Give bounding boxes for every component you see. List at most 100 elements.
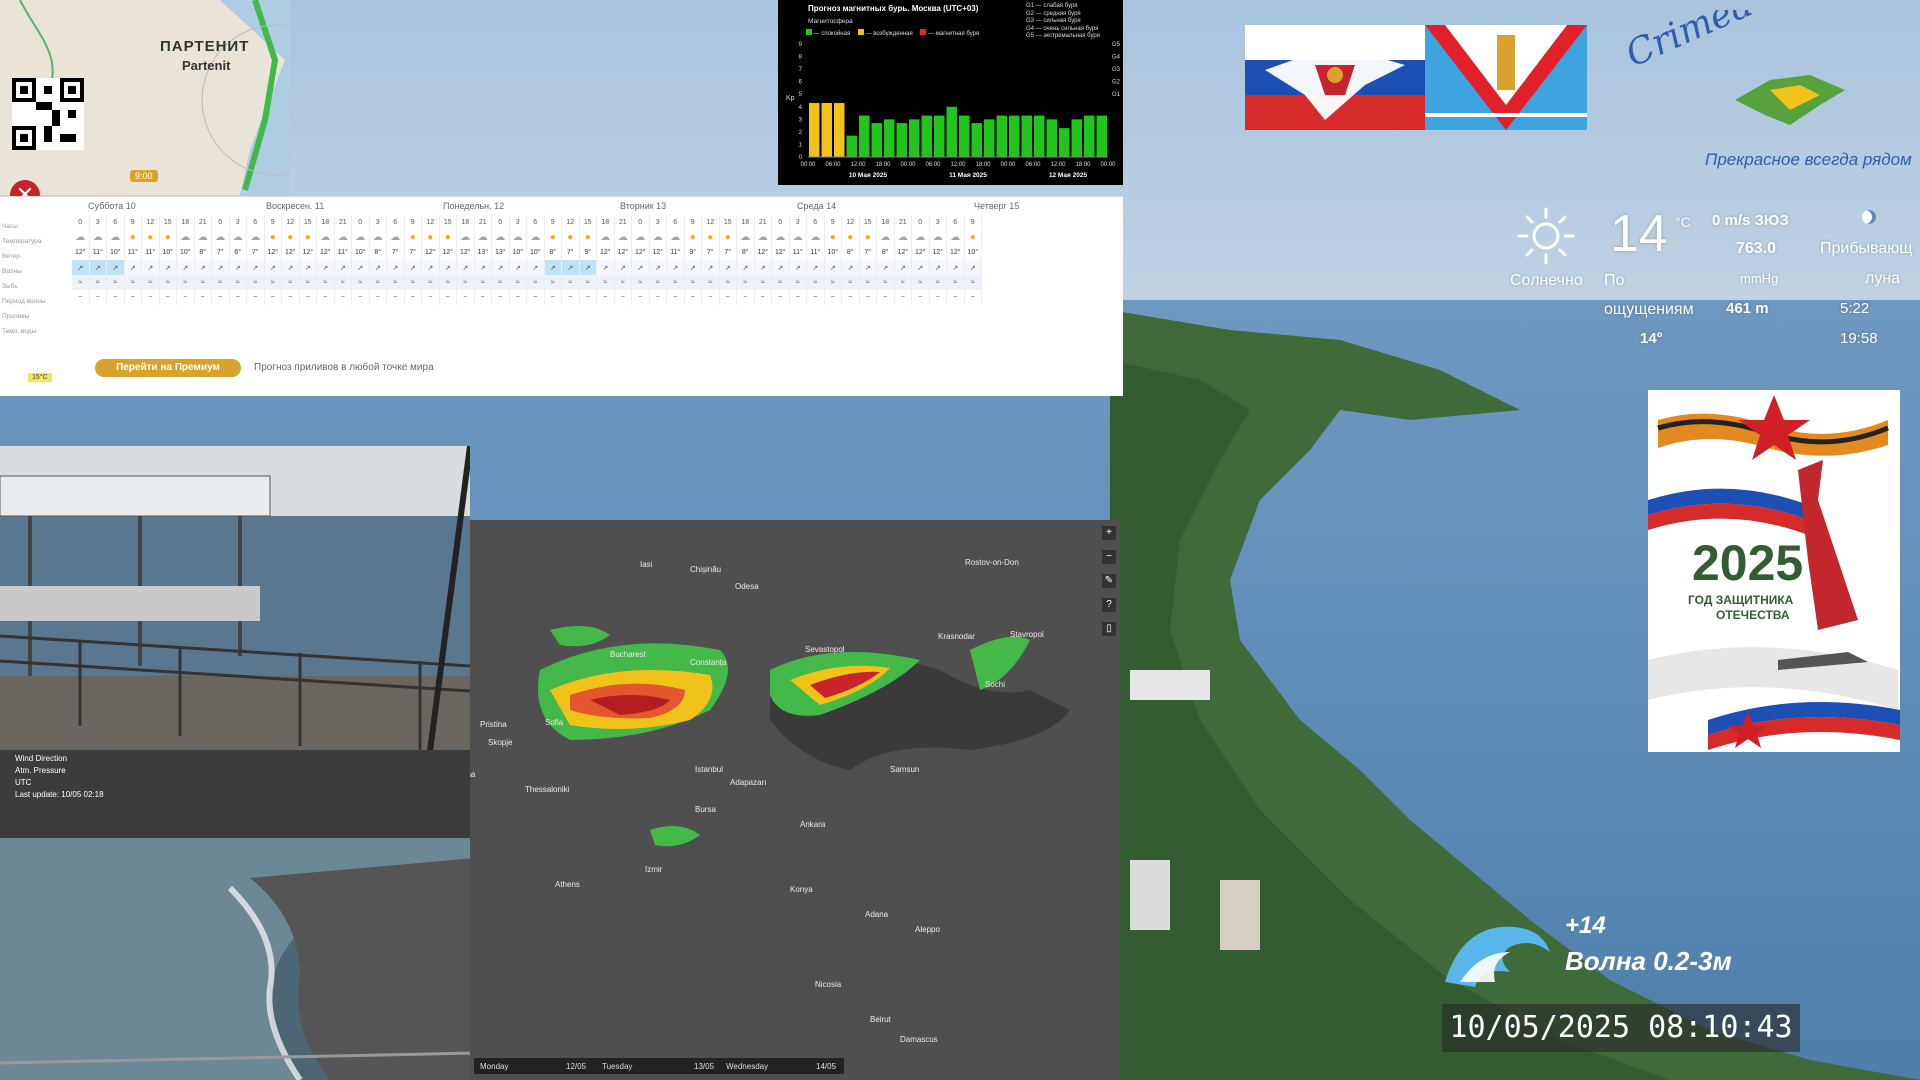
sun-icon: ●: [439, 230, 457, 245]
cloud-icon: ☁: [789, 230, 807, 245]
radar-timeline[interactable]: Monday 12/05 Tuesday 13/05 Wednesday 14/…: [474, 1058, 844, 1074]
legend-item: Wind Direction: [15, 754, 68, 763]
swell-cell: ~: [334, 290, 352, 305]
swell-cell: ~: [176, 290, 195, 305]
y-tick-label: 0: [799, 155, 803, 161]
hour-cell: 0: [631, 215, 650, 230]
hour-cell: 3: [509, 215, 527, 230]
hour-cell: 6: [386, 215, 405, 230]
wave-cell: ≈: [946, 275, 965, 290]
hour-cell: 15: [299, 215, 317, 230]
qr-code: [12, 78, 84, 150]
forecast-grid: 0 3 6 9 12 15 18 21 0 3 6 9 12 15 18 21 0 3 6 9 12 15 18 21 0 3 6 9…: [72, 215, 982, 305]
swell-cell: ~: [299, 290, 317, 305]
wave-cell: ≈: [824, 275, 842, 290]
water-temp-badge: 15°C: [28, 373, 52, 382]
temperature-cell: 12°: [649, 245, 667, 260]
weather-forecast-table[interactable]: Суббота 10 Воскресен. 11 Понедельн. 12 В…: [0, 196, 1123, 396]
help-icon[interactable]: ?: [1102, 598, 1116, 612]
premium-button[interactable]: Перейти на Премиум: [95, 359, 241, 377]
pressure-value: 763.0: [1736, 240, 1777, 257]
swell-cell: ~: [159, 290, 177, 305]
city-label: Konya: [790, 885, 813, 894]
swell-cell: ~: [929, 290, 947, 305]
row-label: Ветер: [2, 253, 20, 260]
settings-icon[interactable]: ✎: [1102, 574, 1116, 588]
swell-cell: ~: [771, 290, 790, 305]
hour-cell: 0: [211, 215, 230, 230]
webcam-pier[interactable]: [0, 446, 470, 751]
map-legend: Wind Direction Atm. Pressure UTC Last up…: [15, 753, 104, 801]
temperature-cell: 12°: [894, 245, 912, 260]
sun-icon: ●: [701, 230, 720, 245]
tides-forecast-link[interactable]: Прогноз приливов в любой точке мира: [254, 362, 434, 373]
wave-cell: ≈: [509, 275, 527, 290]
wave-cell: ≈: [351, 275, 370, 290]
crimea-wonderland-logo: CrimeaWonderland Прекрасное всегда рядом: [1600, 10, 1920, 175]
wind-cell: ↗: [876, 260, 895, 275]
g-axis-label: G2: [1112, 80, 1121, 86]
wind-cell: ↗: [89, 260, 107, 275]
wave-cell: ≈: [544, 275, 562, 290]
temperature-cell: 7°: [211, 245, 230, 260]
city-label: Sofia: [545, 718, 564, 727]
y-tick-label: 9: [799, 42, 803, 48]
hour-cell: 0: [72, 215, 90, 230]
city-label: Beirut: [870, 1015, 891, 1024]
kp-bar: [1059, 128, 1070, 157]
wind-cell: ↗: [824, 260, 842, 275]
sun-icon: ●: [964, 230, 982, 245]
zoom-in-button[interactable]: +: [1102, 526, 1116, 540]
swell-cell: ~: [246, 290, 265, 305]
location-map[interactable]: ПАРТЕНИТ Partenit 9:00: [0, 0, 290, 195]
kp-bar: [884, 119, 895, 157]
y-tick-label: 7: [799, 67, 803, 73]
sun-icon: ●: [579, 230, 597, 245]
cloud-icon: ☁: [72, 230, 90, 245]
city-label: Aleppo: [915, 925, 940, 934]
wave-cell: ≈: [246, 275, 265, 290]
city-label: Sochi: [985, 680, 1006, 689]
timeline-label: Monday: [480, 1062, 509, 1071]
wave-cell: ≈: [754, 275, 772, 290]
webcam-beach[interactable]: [0, 838, 475, 1080]
wind-cell: ↗: [194, 260, 212, 275]
cloud-icon: ☁: [491, 230, 510, 245]
hour-cell: 12: [561, 215, 580, 230]
kp-bar: [996, 115, 1007, 157]
wave-cell: ≈: [72, 275, 90, 290]
wave-cell: ≈: [89, 275, 107, 290]
cloud-icon: ☁: [474, 230, 492, 245]
g-axis-label: G1: [1112, 92, 1121, 98]
wind-cell: ↗: [351, 260, 370, 275]
moon-icon: [1862, 210, 1876, 224]
wind-cell: ↗: [736, 260, 755, 275]
precipitation-radar-map[interactable]: Iasi Chișinău Odesa Rostov-on-Don Krasnodar S…: [470, 520, 1120, 1080]
wave-cell: ≈: [736, 275, 755, 290]
kp-bar: [834, 103, 845, 157]
wind-cell: ↗: [316, 260, 335, 275]
wave-cell: ≈: [439, 275, 457, 290]
cloud-icon: ☁: [316, 230, 335, 245]
cloud-icon: ☁: [176, 230, 195, 245]
sun-icon: ●: [684, 230, 702, 245]
cloud-icon: ☁: [894, 230, 912, 245]
waves-row: ≈ ≈ ≈ ≈ ≈ ≈ ≈ ≈ ≈ ≈ ≈ ≈ ≈ ≈ ≈ ≈ ≈ ≈ ≈ ≈ ≈ ≈ ≈ ≈ ≈ ≈ ≈ ≈ ≈ ≈ ≈ ≈ ≈ ≈ ≈ ≈ ≈ ≈ ≈ ≈…: [72, 275, 982, 290]
trash-icon[interactable]: ▯: [1102, 622, 1116, 636]
wave-cell: ≈: [614, 275, 632, 290]
swell-cell: ~: [911, 290, 930, 305]
cloud-icon: ☁: [876, 230, 895, 245]
wave-cell: ≈: [194, 275, 212, 290]
city-label: Krasnodar: [938, 632, 975, 641]
hours-row: 0 3 6 9 12 15 18 21 0 3 6 9 12 15 18 21 0 3 6 9 12 15 18 21 0 3 6 9…: [72, 215, 982, 230]
zoom-out-button[interactable]: −: [1102, 550, 1116, 564]
hour-cell: 9: [124, 215, 142, 230]
temperature-cell: 13°: [491, 245, 510, 260]
wave-cell: ≈: [124, 275, 142, 290]
wind-cell: ↗: [631, 260, 650, 275]
x-tick-label: 18:00: [1075, 162, 1091, 168]
cloud-icon: ☁: [89, 230, 107, 245]
swell-cell: ~: [509, 290, 527, 305]
cloud-icon: ☁: [351, 230, 370, 245]
swell-cell: ~: [894, 290, 912, 305]
